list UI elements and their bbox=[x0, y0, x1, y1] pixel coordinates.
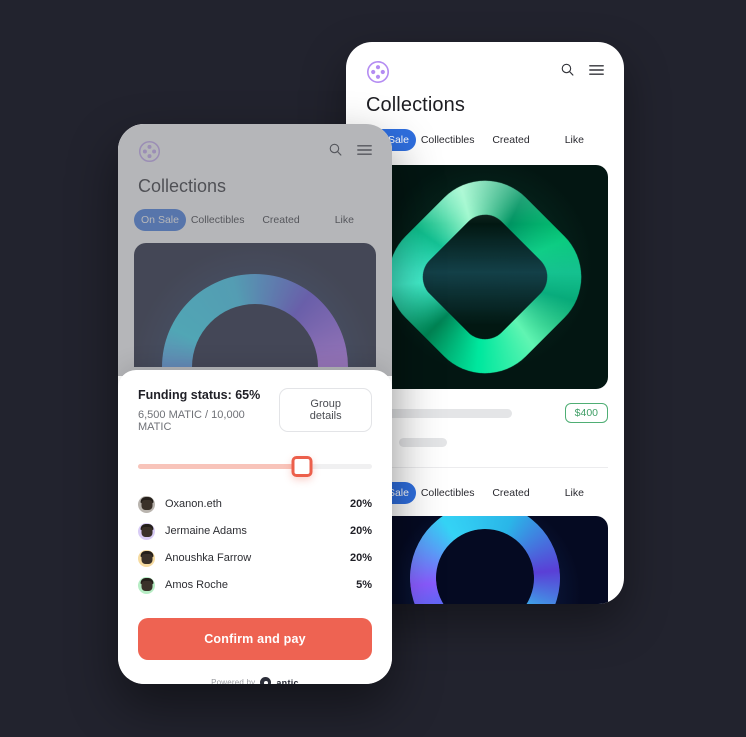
list-item[interactable]: Oxanon.eth 20% bbox=[138, 491, 372, 517]
powered-by-label: Powered by bbox=[211, 678, 256, 684]
search-icon[interactable] bbox=[328, 142, 343, 162]
tab-collectibles-secondary[interactable]: Collectibles bbox=[416, 482, 479, 504]
tab-like-secondary[interactable]: Like bbox=[543, 482, 606, 504]
antic-brand-label: antic bbox=[276, 677, 299, 685]
holder-name: Oxanon.eth bbox=[165, 498, 222, 510]
front-phone-tabs: On Sale Collectibles Created Like bbox=[118, 197, 392, 239]
page-title: Collections bbox=[138, 176, 227, 196]
funding-amounts: 6,500 MATIC / 10,000 MATIC bbox=[138, 409, 245, 433]
tab-collectibles[interactable]: Collectibles bbox=[186, 209, 249, 231]
holder-percent: 5% bbox=[356, 579, 372, 591]
front-phone-top-section: Collections On Sale Collectibles Created… bbox=[118, 124, 392, 376]
tab-created[interactable]: Created bbox=[479, 129, 542, 151]
skeleton-owner-bar bbox=[399, 438, 447, 447]
tab-created-secondary[interactable]: Created bbox=[479, 482, 542, 504]
list-item[interactable]: Amos Roche 5% bbox=[138, 572, 372, 598]
nft-artwork-blue-secondary[interactable] bbox=[362, 516, 608, 604]
funding-sheet: Funding status: 65% 6,500 MATIC / 10,000… bbox=[118, 370, 392, 684]
powered-by-footer: Powered by antic bbox=[138, 677, 372, 684]
avatar bbox=[138, 522, 155, 540]
holder-name: Amos Roche bbox=[165, 579, 228, 591]
flower-logo-icon[interactable] bbox=[138, 140, 162, 164]
search-icon[interactable] bbox=[560, 62, 575, 82]
flower-logo-icon[interactable] bbox=[366, 60, 390, 84]
tab-created[interactable]: Created bbox=[249, 209, 312, 231]
nft-artwork-blue[interactable] bbox=[134, 243, 376, 367]
price-badge: $400 bbox=[564, 403, 608, 423]
screenshot-canvas: Collections On Sale Collectibles Created… bbox=[0, 0, 746, 737]
nft-artwork-green[interactable] bbox=[362, 165, 608, 389]
avatar bbox=[138, 576, 155, 594]
holders-list: Oxanon.eth 20% Jermaine Adams 20% Anoush… bbox=[138, 491, 372, 598]
slider-fill bbox=[138, 464, 302, 469]
funding-header: Funding status: 65% 6,500 MATIC / 10,000… bbox=[138, 388, 372, 433]
blue-torus-shape bbox=[162, 274, 348, 367]
tab-on-sale[interactable]: On Sale bbox=[134, 209, 186, 231]
confirm-and-pay-button[interactable]: Confirm and pay bbox=[138, 618, 372, 660]
tab-like[interactable]: Like bbox=[313, 209, 376, 231]
back-phone-header bbox=[346, 42, 624, 84]
avatar bbox=[138, 495, 155, 513]
avatar bbox=[138, 549, 155, 567]
listing-title-row: $400 bbox=[362, 403, 608, 423]
tab-collectibles[interactable]: Collectibles bbox=[416, 129, 479, 151]
funding-status-title: Funding status: 65% bbox=[138, 388, 261, 402]
holder-name: Anoushka Farrow bbox=[165, 552, 252, 564]
green-torus-shape bbox=[364, 165, 606, 389]
hamburger-menu-icon[interactable] bbox=[589, 63, 604, 81]
holder-percent: 20% bbox=[349, 525, 372, 537]
front-phone-header bbox=[118, 124, 392, 164]
blue-torus-shape-secondary bbox=[402, 516, 568, 604]
front-phone-mockup: Collections On Sale Collectibles Created… bbox=[118, 124, 392, 684]
list-item[interactable]: Jermaine Adams 20% bbox=[138, 518, 372, 544]
front-phone-header-icons bbox=[328, 142, 372, 162]
funding-text-block: Funding status: 65% 6,500 MATIC / 10,000… bbox=[138, 388, 279, 433]
back-phone-header-icons bbox=[560, 62, 604, 82]
slider-thumb[interactable] bbox=[291, 456, 313, 477]
group-details-button[interactable]: Group details bbox=[279, 388, 372, 432]
antic-logo-icon bbox=[260, 677, 272, 684]
hamburger-menu-icon[interactable] bbox=[357, 143, 372, 161]
list-item[interactable]: Anoushka Farrow 20% bbox=[138, 545, 372, 571]
listing-owner-row bbox=[362, 434, 608, 451]
holder-percent: 20% bbox=[349, 552, 372, 564]
tab-like[interactable]: Like bbox=[543, 129, 606, 151]
holder-name: Jermaine Adams bbox=[165, 525, 247, 537]
page-title: Collections bbox=[366, 94, 465, 116]
holder-percent: 20% bbox=[349, 498, 372, 510]
funding-slider[interactable] bbox=[138, 455, 372, 477]
